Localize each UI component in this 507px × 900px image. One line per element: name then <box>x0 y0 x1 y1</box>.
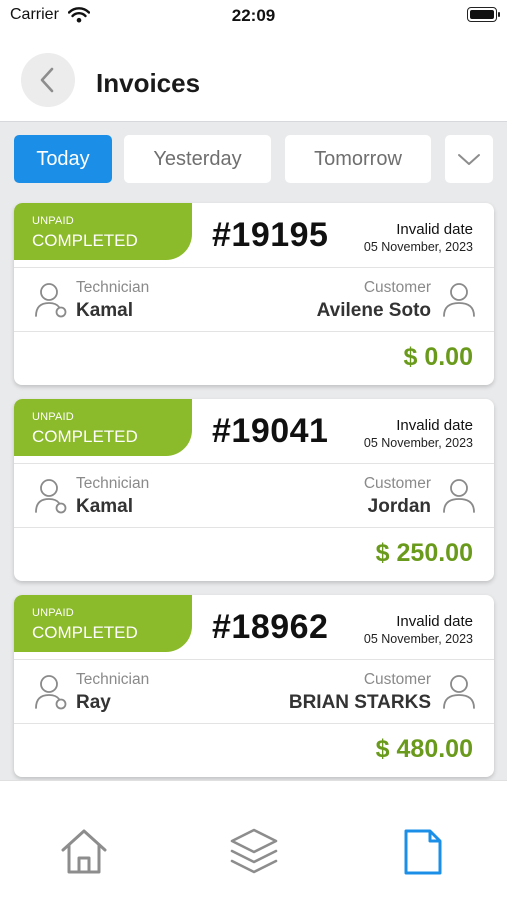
payment-status: UNPAID <box>32 215 74 227</box>
divider <box>14 723 494 724</box>
customer-label: Customer <box>363 279 431 296</box>
technician-name: Kamal <box>76 496 134 517</box>
technician-label: Technician <box>76 279 150 296</box>
payment-status: UNPAID <box>32 411 74 423</box>
technician-icon <box>35 675 67 710</box>
technician-label: Technician <box>76 671 150 688</box>
status-badge: UNPAID COMPLETED <box>14 203 192 260</box>
invoice-date: 05 November, 2023 <box>363 240 473 254</box>
customer-icon <box>443 675 475 709</box>
technician-name: Ray <box>76 692 111 713</box>
invoice-card[interactable]: UNPAID COMPLETED #19041 Invalid date 05 … <box>14 399 494 581</box>
customer-name: BRIAN STARKS <box>288 692 431 713</box>
customer-label: Customer <box>363 671 431 688</box>
date-filter-dropdown[interactable] <box>445 135 493 183</box>
job-status: COMPLETED <box>32 231 138 250</box>
document-icon <box>404 829 442 875</box>
home-icon <box>61 829 107 874</box>
invoice-date-title: Invalid date <box>396 613 473 630</box>
invoice-card[interactable]: UNPAID COMPLETED #18962 Invalid date 05 … <box>14 595 494 777</box>
invoice-amount: $ 0.00 <box>403 343 473 371</box>
tab-yesterday[interactable]: Yesterday <box>124 135 271 183</box>
invoice-number: #19041 <box>212 412 329 450</box>
back-button[interactable] <box>21 53 75 107</box>
invoice-amount: $ 250.00 <box>375 539 473 567</box>
status-time: 22:09 <box>231 6 276 25</box>
technician-name: Kamal <box>76 300 134 321</box>
bottom-tab-bar <box>0 780 507 900</box>
divider <box>14 527 494 528</box>
invoice-number: #18962 <box>212 608 329 646</box>
tab-layers[interactable] <box>229 827 279 877</box>
layers-icon <box>230 828 278 874</box>
status-badge: UNPAID COMPLETED <box>14 399 192 456</box>
customer-name: Avilene Soto <box>316 300 431 321</box>
customer-name: Jordan <box>367 496 431 517</box>
battery-icon <box>467 7 500 22</box>
technician-icon <box>35 479 67 514</box>
customer-icon <box>443 283 475 317</box>
invoice-number: #19195 <box>212 216 329 254</box>
status-badge: UNPAID COMPLETED <box>14 595 192 652</box>
tab-home[interactable] <box>59 827 109 877</box>
divider <box>14 463 494 464</box>
divider <box>14 331 494 332</box>
invoice-card[interactable]: UNPAID COMPLETED #19195 Invalid date 05 … <box>14 203 494 385</box>
divider <box>14 267 494 268</box>
page-title: Invoices <box>96 68 201 98</box>
chevron-left-icon <box>40 67 54 93</box>
invoice-date: 05 November, 2023 <box>363 632 473 646</box>
customer-icon <box>443 479 475 513</box>
tab-tomorrow[interactable]: Tomorrow <box>285 135 431 183</box>
tab-invoices[interactable] <box>398 827 448 877</box>
invoice-amount: $ 480.00 <box>375 735 473 763</box>
invoice-date: 05 November, 2023 <box>363 436 473 450</box>
job-status: COMPLETED <box>32 623 138 642</box>
invoices-screen: Carrier 22:09 Invoices Today Yesterday T… <box>0 0 507 900</box>
job-status: COMPLETED <box>32 427 138 446</box>
divider <box>14 659 494 660</box>
customer-label: Customer <box>363 475 431 492</box>
tab-today[interactable]: Today <box>14 135 112 183</box>
invoice-date-title: Invalid date <box>396 417 473 434</box>
technician-icon <box>35 283 67 318</box>
chevron-down-icon <box>458 154 480 165</box>
app-header: Invoices <box>0 32 507 122</box>
status-bar: Carrier 22:09 <box>0 0 507 32</box>
technician-label: Technician <box>76 475 150 492</box>
invoice-date-title: Invalid date <box>396 221 473 238</box>
payment-status: UNPAID <box>32 607 74 619</box>
